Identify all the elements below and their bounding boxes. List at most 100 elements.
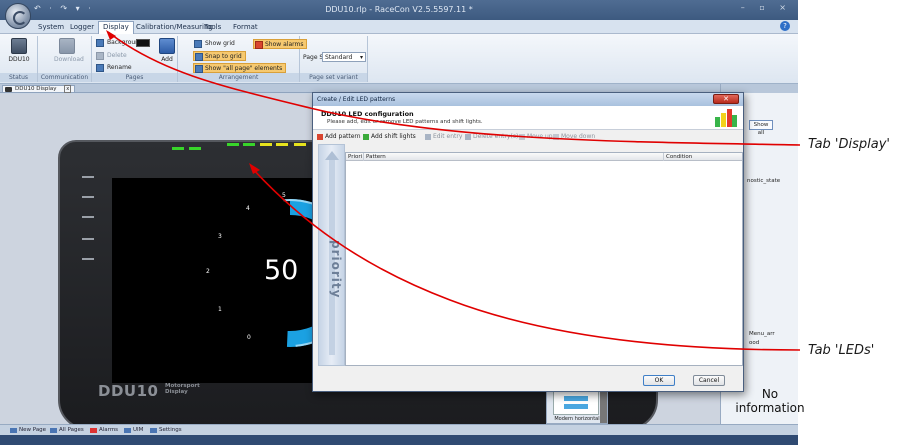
delete-icon xyxy=(465,134,471,140)
rpm-tick-label: 0 xyxy=(247,334,251,341)
shift-led[interactable] xyxy=(276,143,288,146)
rename-button[interactable]: Rename xyxy=(96,63,132,73)
add-page-button[interactable]: Add xyxy=(156,38,178,63)
ribbon-tab-bar: System Logger Display Calibration/Measur… xyxy=(0,20,798,35)
tab-calibration-measuring[interactable]: Calibration/Measuring xyxy=(136,22,213,34)
device-brand-sub-2: Display xyxy=(165,389,188,395)
column-header-pattern[interactable]: Pattern xyxy=(364,153,664,161)
application-menu-button[interactable] xyxy=(5,3,31,29)
tab-alarms-label: Alarms xyxy=(99,427,119,433)
page-thumbnail-label: Modern horizontal xyxy=(554,416,600,422)
left-button-mark xyxy=(82,258,94,260)
tab-new-page[interactable]: New Page xyxy=(10,426,46,435)
add-page-icon xyxy=(159,38,175,54)
right-panel-item[interactable]: ood xyxy=(749,340,759,346)
cancel-button[interactable]: Cancel xyxy=(693,375,725,386)
rpm-tick-label: 3 xyxy=(218,233,222,240)
dialog-header-title: DDU10 LED configuration xyxy=(321,110,414,118)
snap-to-grid-button[interactable]: Snap to grid xyxy=(193,51,246,61)
dialog-title-bar: Create / Edit LED patterns ✕ xyxy=(313,93,743,106)
tab-format[interactable]: Format xyxy=(233,22,258,34)
ok-button[interactable]: OK xyxy=(643,375,675,386)
ddu10-button[interactable]: DDU10 xyxy=(8,38,30,63)
group-label-status: Status xyxy=(0,73,37,82)
shift-led[interactable] xyxy=(227,143,239,146)
column-header-priority[interactable]: Priori xyxy=(346,153,364,161)
group-status: DDU10 Status xyxy=(0,36,38,82)
tab-system[interactable]: System xyxy=(38,22,64,34)
tab-settings[interactable]: Settings xyxy=(150,426,182,435)
tab-logger[interactable]: Logger xyxy=(70,22,94,34)
move-up-button[interactable]: Move up xyxy=(519,131,553,143)
page-set-value: Standard xyxy=(325,54,353,61)
alarm-icon xyxy=(255,41,263,49)
thumbnail-scrollbar[interactable] xyxy=(600,387,607,423)
group-arrangement: Show grid Snap to grid Show "all page" e… xyxy=(178,36,308,82)
no-information-text: No information xyxy=(735,387,805,415)
snap-icon xyxy=(195,53,203,61)
dialog-footer: OK Cancel xyxy=(313,366,743,392)
add-pattern-label: Add pattern xyxy=(325,133,361,140)
priority-arrow-icon xyxy=(325,151,339,160)
shift-led[interactable] xyxy=(260,143,272,146)
tab-tools[interactable]: Tools xyxy=(204,22,221,34)
led-pattern-table[interactable]: Priori Pattern Condition xyxy=(345,152,743,366)
tab-all-pages[interactable]: All Pages xyxy=(50,426,84,435)
edit-entry-button[interactable]: Edit entry xyxy=(425,131,462,143)
delete-button[interactable]: Delete xyxy=(96,51,127,61)
download-button-label: Download xyxy=(54,56,84,63)
show-all-button[interactable]: Show all xyxy=(749,120,773,136)
ddu10-button-label: DDU10 xyxy=(8,56,30,63)
uim-icon xyxy=(124,428,131,433)
arrow-down-icon xyxy=(553,134,559,140)
window-controls[interactable]: – ▫ × xyxy=(741,3,792,12)
column-header-condition[interactable]: Condition xyxy=(664,153,742,161)
tab-alarms[interactable]: Alarms xyxy=(90,426,118,435)
shift-led[interactable] xyxy=(172,147,184,150)
dialog-toolbar: Add pattern Add shift lights Edit entry … xyxy=(313,131,743,143)
tab-uim-label: UIM xyxy=(133,427,144,433)
edit-icon xyxy=(425,134,431,140)
background-color-swatch[interactable] xyxy=(136,39,150,47)
help-icon[interactable]: ? xyxy=(780,21,790,31)
rename-icon xyxy=(96,64,104,72)
delete-entries-button[interactable]: Delete entry(s) xyxy=(465,131,518,143)
background-icon xyxy=(96,39,104,47)
dialog-header-description: Please add, edit or remove LED patterns … xyxy=(327,119,483,125)
close-tab-icon[interactable]: x xyxy=(64,85,72,93)
right-panel-item[interactable]: Menu_arr xyxy=(749,331,775,337)
show-all-page-elements-button[interactable]: Show "all page" elements xyxy=(193,63,287,73)
dialog-close-button[interactable]: ✕ xyxy=(713,94,739,104)
grid-icon xyxy=(194,40,202,48)
page-set-dropdown[interactable]: Standard xyxy=(322,52,366,62)
document-tab-ddu10-display[interactable]: DDU10 Display x xyxy=(2,85,76,93)
tab-new-page-label: New Page xyxy=(19,427,47,433)
download-button[interactable]: Download xyxy=(54,38,84,63)
tab-uim[interactable]: UIM xyxy=(124,426,143,435)
add-pattern-button[interactable]: Add pattern xyxy=(317,131,361,143)
shift-led[interactable] xyxy=(189,147,201,150)
add-shift-lights-button[interactable]: Add shift lights xyxy=(363,131,416,143)
add-shift-lights-label: Add shift lights xyxy=(371,133,416,140)
shift-led[interactable] xyxy=(294,143,306,146)
ribbon: DDU10 Status Download Communication Back… xyxy=(0,34,798,84)
group-label-communication: Communication xyxy=(38,73,91,82)
rpm-tick-label: 2 xyxy=(206,268,210,275)
group-page-set-variant: Page Set Standard Page set variant xyxy=(300,36,368,82)
tab-display[interactable]: Display xyxy=(98,21,134,35)
move-down-button[interactable]: Move down xyxy=(553,131,595,143)
new-page-icon xyxy=(10,428,17,433)
right-panel-item[interactable]: nostic_state xyxy=(747,178,780,184)
show-grid-button[interactable]: Show grid xyxy=(194,39,235,49)
download-icon xyxy=(59,38,75,54)
delete-icon xyxy=(96,52,104,60)
group-label-pages: Pages xyxy=(92,73,177,82)
alarm-icon xyxy=(90,428,97,433)
page-thumbnail[interactable] xyxy=(553,391,599,415)
edit-entry-label: Edit entry xyxy=(433,133,463,140)
settings-icon xyxy=(150,428,157,433)
shift-led[interactable] xyxy=(243,143,255,146)
add-shift-lights-icon xyxy=(363,134,369,140)
group-label-page-set-variant: Page set variant xyxy=(300,73,367,82)
left-button-mark xyxy=(82,176,94,178)
